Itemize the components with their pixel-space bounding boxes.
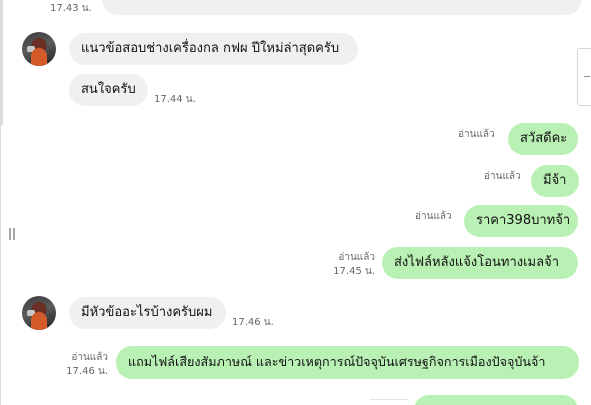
partial-read-receipt (370, 399, 408, 405)
partial-message-bubble (102, 0, 582, 15)
partial-message-bubble (414, 395, 578, 405)
read-receipt: อ่านแล้ว (338, 252, 375, 263)
message-bubble[interactable]: สนใจครับ (69, 74, 148, 106)
resize-handle-icon[interactable] (9, 228, 15, 240)
message-time: 17.46 น. (66, 366, 108, 377)
side-panel-toggle-icon (584, 76, 590, 77)
sender-avatar[interactable] (22, 32, 56, 66)
message-time: 17.44 น. (154, 94, 196, 105)
sender-avatar[interactable] (22, 296, 56, 330)
read-receipt: อ่านแล้ว (71, 352, 108, 363)
message-bubble[interactable]: แถมไฟล์เสียงสัมภาษณ์ และข่าวเหตุการณ์ปัจ… (116, 346, 579, 379)
message-bubble[interactable]: แนวข้อสอบช่างเครื่องกล กฟผ ปีใหม่ล่าสุดค… (69, 33, 358, 65)
message-time: 17.45 น. (333, 266, 375, 277)
message-bubble[interactable]: ราคา398บาทจ้า (464, 205, 578, 237)
chat-window: 17.43 น. แนวข้อสอบช่างเครื่องกล กฟผ ปีให… (0, 0, 591, 405)
panel-divider-highlight (0, 0, 3, 125)
read-receipt: อ่านแล้ว (484, 171, 521, 182)
message-bubble[interactable]: มีหัวข้ออะไรบ้างครับผม (69, 297, 226, 329)
read-receipt: อ่านแล้ว (458, 129, 495, 140)
message-bubble[interactable]: ส่งไฟล์หลังแจ้งโอนทางเมลจ้า (382, 247, 578, 279)
side-panel-toggle[interactable] (577, 48, 591, 106)
message-bubble[interactable]: มีจ้า (531, 165, 579, 197)
message-time: 17.43 น. (50, 3, 92, 14)
message-bubble[interactable]: สวัสดีคะ (508, 123, 578, 155)
read-receipt: อ่านแล้ว (415, 211, 452, 222)
message-time: 17.46 น. (232, 317, 274, 328)
